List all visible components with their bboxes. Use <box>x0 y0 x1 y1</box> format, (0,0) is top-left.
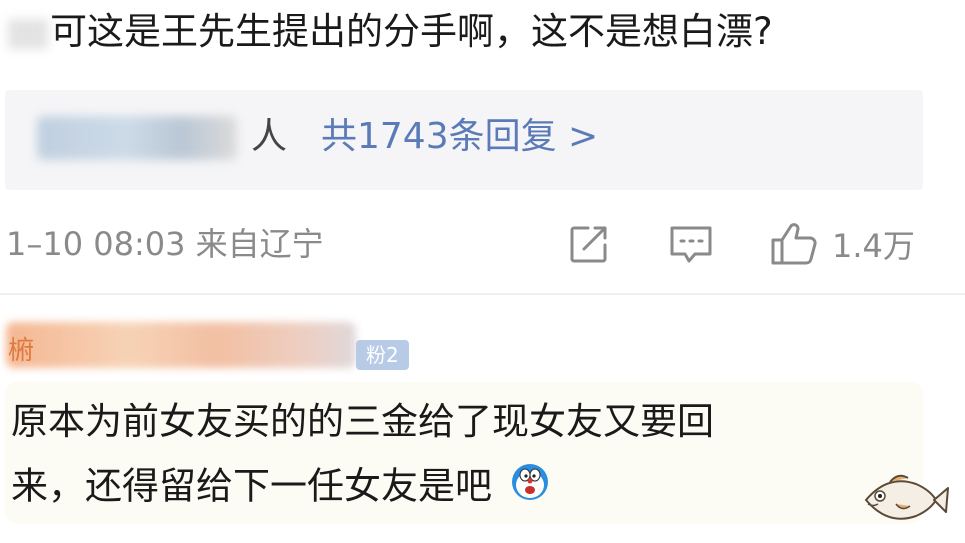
comment-button[interactable] <box>668 222 714 266</box>
blurred-reply-users <box>37 116 237 160</box>
like-icon <box>771 223 817 265</box>
comment-text: 可这是王先生提出的分手啊，这不是想白漂? <box>8 8 773 56</box>
comment-bubble: 原本为前女友买的的三金给了现女友又要回 来，还得留给下一任女友是吧 <box>5 382 923 524</box>
fish-sticker-icon <box>860 470 950 534</box>
reply-users-suffix: 人 <box>251 116 288 157</box>
comment-timestamp-location: 1–10 08:03 来自辽宁 <box>6 225 324 263</box>
divider <box>0 293 965 295</box>
share-button[interactable] <box>568 222 610 266</box>
replies-summary[interactable]: 人 共1743条回复 > <box>5 90 923 190</box>
share-icon <box>570 226 607 263</box>
username-initial: 椨 <box>8 336 35 366</box>
reply-text-line2-row: 来，还得留给下一任女友是吧 <box>11 462 550 514</box>
reply-text-line2: 来，还得留给下一任女友是吧 <box>11 464 492 508</box>
doraemon-emoji-icon <box>510 462 550 514</box>
like-count: 1.4万 <box>832 227 915 265</box>
comment-body: 可这是王先生提出的分手啊，这不是想白漂? <box>50 10 773 53</box>
like-button[interactable]: 1.4万 <box>770 222 915 266</box>
comment-icon <box>670 226 712 263</box>
reply-text-line1: 原本为前女友买的的三金给了现女友又要回 <box>11 400 714 443</box>
fan-badge: 粉2 <box>356 340 409 370</box>
blurred-text <box>8 18 48 49</box>
view-replies-link[interactable]: 共1743条回复 > <box>321 114 598 160</box>
blurred-username <box>6 322 356 368</box>
